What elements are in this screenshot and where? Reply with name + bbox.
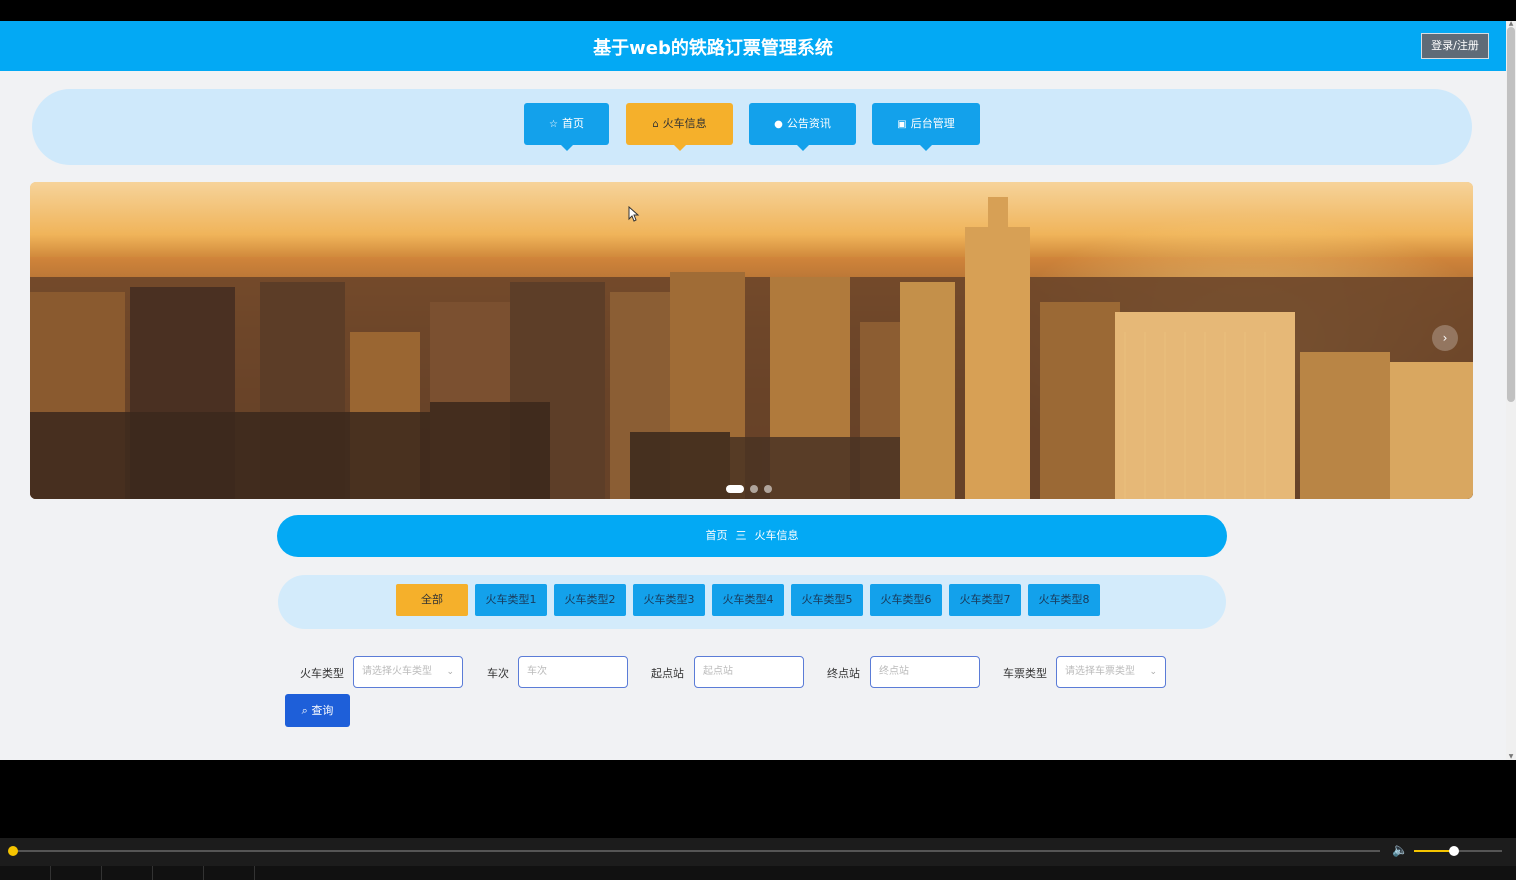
start-station-label: 起点站	[651, 667, 684, 680]
chevron-right-icon[interactable]: ›	[1432, 325, 1458, 351]
train-no-label: 车次	[487, 667, 509, 680]
volume-knob[interactable]	[1448, 846, 1459, 856]
ticket-type-label: 车票类型	[1003, 667, 1047, 680]
nav-train-info[interactable]: ⌂ 火车信息	[626, 103, 733, 151]
carousel-dot-3[interactable]	[764, 484, 772, 493]
carousel-dot-1[interactable]	[726, 484, 744, 493]
nav-announcements-label: 公告资讯	[786, 117, 831, 130]
category-type-6[interactable]: 火车类型6	[870, 584, 942, 616]
breadcrumb-current: 火车信息	[754, 529, 799, 542]
train-type-label: 火车类型	[300, 667, 344, 680]
browser-viewport: 基于web的铁路订票管理系统 登录/注册 ☆ 首页 ⌂ 火车信息 ● 公告资讯 ▣ 后台…	[0, 21, 1506, 760]
category-type-4[interactable]: 火车类型4	[712, 584, 784, 616]
progress-bar[interactable]	[14, 850, 1380, 852]
ticket-type-placeholder: 请选择车票类型	[1065, 666, 1135, 677]
banner-carousel[interactable]: ›	[30, 182, 1473, 499]
chevron-down-icon: ⌄	[446, 667, 454, 677]
start-station-placeholder: 起点站	[703, 666, 733, 677]
page-scrollbar[interactable]: ▲ ▼	[1506, 21, 1516, 760]
train-type-placeholder: 请选择火车类型	[362, 666, 432, 677]
nav-train-info-label: 火车信息	[662, 117, 707, 130]
category-type-5[interactable]: 火车类型5	[791, 584, 863, 616]
main-nav: ☆ 首页 ⌂ 火车信息 ● 公告资讯 ▣ 后台管理	[32, 89, 1472, 165]
end-station-placeholder: 终点站	[879, 666, 909, 677]
category-type-7[interactable]: 火车类型7	[949, 584, 1021, 616]
nav-home-label: 首页	[561, 117, 584, 130]
breadcrumb: 首页三火车信息	[277, 515, 1227, 557]
nav-admin[interactable]: ▣ 后台管理	[872, 103, 980, 151]
nav-announcements[interactable]: ● 公告资讯	[749, 103, 856, 151]
train-no-placeholder: 车次	[527, 666, 547, 677]
carousel-dot-2[interactable]	[750, 484, 758, 493]
category-type-8[interactable]: 火车类型8	[1028, 584, 1100, 616]
search-icon: ⌕	[301, 704, 308, 717]
calendar-icon: ▣	[897, 119, 907, 130]
breadcrumb-home[interactable]: 首页	[706, 529, 728, 542]
site-header: 基于web的铁路订票管理系统 登录/注册	[0, 21, 1506, 71]
train-no-input[interactable]: 车次	[518, 656, 628, 688]
category-type-3[interactable]: 火车类型3	[633, 584, 705, 616]
volume-icon[interactable]: 🔈	[1392, 843, 1408, 858]
scroll-down-icon[interactable]: ▼	[1507, 754, 1515, 760]
progress-knob[interactable]	[8, 846, 18, 856]
carousel-indicators	[726, 478, 778, 493]
bag-icon: ⌂	[652, 119, 659, 130]
scrollbar-thumb[interactable]	[1507, 27, 1515, 402]
start-station-input[interactable]: 起点站	[694, 656, 804, 688]
search-button-label: 查询	[311, 704, 334, 717]
volume-fill	[1414, 850, 1454, 852]
volume-slider[interactable]	[1414, 846, 1502, 856]
breadcrumb-separator: 三	[735, 529, 747, 542]
chevron-down-icon: ⌄	[1149, 667, 1157, 677]
city-skyline-image	[30, 197, 1473, 499]
info-circle-icon: ●	[774, 119, 783, 130]
category-all[interactable]: 全部	[396, 584, 468, 616]
nav-admin-label: 后台管理	[910, 117, 955, 130]
ticket-type-select[interactable]: 请选择车票类型 ⌄	[1056, 656, 1166, 688]
category-type-2[interactable]: 火车类型2	[554, 584, 626, 616]
nav-home[interactable]: ☆ 首页	[524, 103, 609, 151]
star-icon: ☆	[549, 119, 558, 130]
player-bottom-bar	[0, 866, 1516, 880]
train-type-select[interactable]: 请选择火车类型 ⌄	[353, 656, 463, 688]
mouse-cursor-icon	[628, 206, 640, 222]
end-station-label: 终点站	[827, 667, 860, 680]
end-station-input[interactable]: 终点站	[870, 656, 980, 688]
site-title: 基于web的铁路订票管理系统	[593, 38, 833, 59]
category-bar: 全部 火车类型1 火车类型2 火车类型3 火车类型4 火车类型5 火车类型6 火…	[278, 575, 1226, 629]
category-type-1[interactable]: 火车类型1	[475, 584, 547, 616]
video-player-controls: 🔈	[0, 838, 1516, 880]
login-register-button[interactable]: 登录/注册	[1421, 33, 1489, 59]
search-button[interactable]: ⌕ 查询	[285, 694, 350, 727]
